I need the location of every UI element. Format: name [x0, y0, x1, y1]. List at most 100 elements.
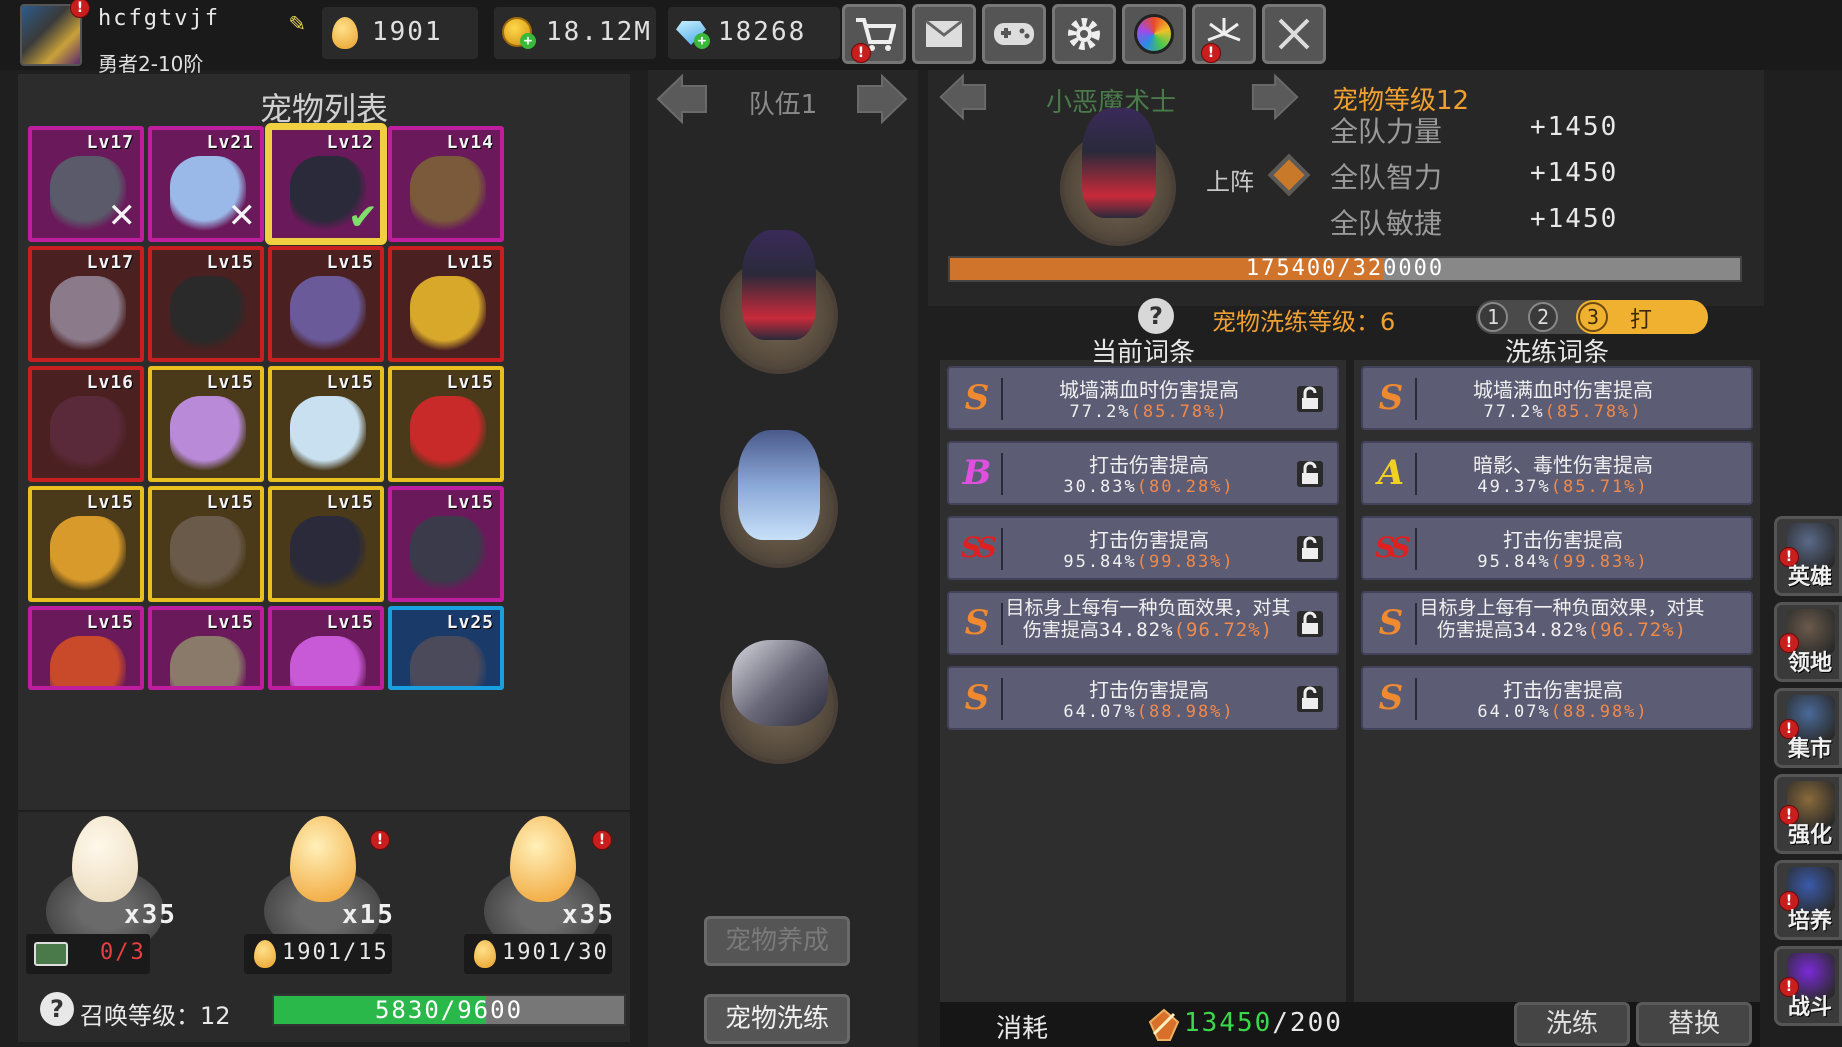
pet-tile[interactable]: Lv16 — [28, 366, 144, 482]
pet-tile[interactable]: Lv15 — [268, 486, 384, 602]
affix-max-value: (85.78%) — [1544, 402, 1643, 422]
deploy-toggle-icon[interactable] — [1267, 153, 1311, 197]
pet-tile[interactable]: Lv15 — [268, 606, 384, 690]
affix-value: 34.82% — [1098, 619, 1174, 641]
affix-grade: SS — [1375, 531, 1411, 564]
affix-row: S 目标身上每有一种负面效果，对其伤害提高34.82%(96.72%) — [947, 591, 1339, 655]
nurture-button[interactable]: 宠物养成 — [704, 916, 850, 966]
pet-tile[interactable]: Lv12 ✔ — [268, 126, 384, 242]
shutter-icon — [1134, 14, 1174, 54]
grade-divider — [1415, 378, 1417, 420]
egg-icon — [332, 17, 358, 49]
affix-title-text: 打击伤害提高 — [1089, 453, 1209, 477]
refine-button[interactable]: 宠物洗练 — [704, 994, 850, 1044]
team-slot[interactable] — [720, 430, 838, 568]
mail-button[interactable] — [912, 4, 976, 64]
affix-values: 77.2%(85.78%) — [1423, 402, 1703, 422]
help-icon[interactable]: ? — [40, 992, 74, 1026]
unlock-icon[interactable] — [1293, 607, 1327, 641]
pet-tile[interactable]: Lv25 — [388, 606, 504, 690]
plus-icon[interactable]: + — [694, 33, 710, 49]
pet-tile[interactable]: Lv15 — [148, 486, 264, 602]
edit-name-icon[interactable]: ✎ — [282, 8, 312, 38]
pet-tile[interactable]: Lv15 — [148, 366, 264, 482]
plus-icon[interactable]: + — [520, 33, 536, 49]
affix-row: S 城墙满血时伤害提高 77.2%(85.78%) — [1361, 366, 1753, 430]
pet-tile[interactable]: Lv15 — [148, 246, 264, 362]
pet-tile[interactable]: Lv17 ✕ — [28, 126, 144, 242]
refine-action-button[interactable]: 洗练 — [1514, 1002, 1630, 1046]
gold-egg-icon[interactable] — [510, 816, 576, 902]
help-icon[interactable]: ? — [1138, 298, 1174, 334]
unlock-icon[interactable] — [1293, 382, 1327, 416]
settings-button[interactable] — [1052, 4, 1116, 64]
gallery-button[interactable] — [1122, 4, 1186, 64]
pet-tile[interactable]: Lv21 ✕ — [148, 126, 264, 242]
unlock-icon[interactable] — [1293, 532, 1327, 566]
pet-sprite — [50, 636, 126, 686]
pet-tile[interactable]: Lv15 — [388, 486, 504, 602]
shop-button[interactable]: ! — [842, 4, 906, 64]
team-slot[interactable] — [720, 640, 838, 764]
battle-button[interactable] — [1262, 4, 1326, 64]
next-team-arrow-icon[interactable] — [852, 72, 914, 126]
pet-tile[interactable]: Lv17 — [28, 246, 144, 362]
affix-title: 打击伤害提高 — [1009, 674, 1289, 703]
current-affixes-panel: 当前词条 S 城墙满血时伤害提高 77.2%(85.78%) B 打击伤害提高 30.83… — [940, 338, 1346, 1002]
egg-cost[interactable]: 0/3 — [26, 934, 150, 974]
deploy-label: 上阵 — [1206, 168, 1254, 196]
side-nav-item[interactable]: ! 集市 — [1774, 688, 1842, 768]
side-nav-item[interactable]: ! 战斗 — [1774, 946, 1842, 1026]
affix-grade: S — [964, 378, 990, 418]
cost-amount: 13450/200 — [1184, 1008, 1343, 1038]
prev-pet-arrow-icon[interactable] — [932, 72, 992, 122]
grade-divider — [1001, 378, 1003, 420]
prev-team-arrow-icon[interactable] — [650, 72, 712, 126]
pet-level-badge: Lv16 — [86, 372, 134, 393]
team-slot[interactable] — [720, 230, 838, 374]
pet-tile[interactable]: Lv15 — [28, 486, 144, 602]
affix-max-value: (96.72%) — [1587, 619, 1688, 641]
pet-tile[interactable]: Lv15 — [388, 366, 504, 482]
grade-divider — [1415, 453, 1417, 495]
pet-sprite — [170, 636, 246, 686]
egg-cost[interactable]: 1901/30 — [464, 934, 612, 974]
stage-3-active[interactable]: 3 打 — [1576, 300, 1708, 334]
stat-label: 全队力量 — [1330, 115, 1443, 148]
side-nav-item[interactable]: ! 培养 — [1774, 860, 1842, 940]
pet-tile[interactable]: Lv15 — [268, 246, 384, 362]
stage-2[interactable]: 2 — [1528, 302, 1558, 332]
unlock-icon[interactable] — [1293, 457, 1327, 491]
pet-level-badge: Lv17 — [86, 132, 134, 153]
next-pet-arrow-icon[interactable] — [1246, 72, 1306, 122]
swords-icon — [1278, 18, 1310, 50]
side-nav-item[interactable]: ! 领地 — [1774, 602, 1842, 682]
plain-egg-icon[interactable] — [72, 816, 138, 902]
refine-stage-selector[interactable]: 1 2 3 打 — [1476, 300, 1708, 334]
pet-tile[interactable]: Lv15 — [28, 606, 144, 690]
affix-value: 77.2% — [1483, 402, 1545, 422]
unlock-icon[interactable] — [1293, 682, 1327, 716]
pet-level-badge: Lv15 — [326, 612, 374, 633]
events-button[interactable]: ! — [1192, 4, 1256, 64]
affix-value: 95.84% — [1477, 552, 1551, 572]
affix-row: S 打击伤害提高 64.07%(88.98%) — [1361, 666, 1753, 730]
egg-cost[interactable]: 1901/15 — [244, 934, 392, 974]
pet-level-badge: Lv15 — [446, 492, 494, 513]
pet-tile[interactable]: Lv15 — [148, 606, 264, 690]
pet-tile[interactable]: Lv15 — [388, 246, 504, 362]
affix-values: 64.07%(88.98%) — [1009, 702, 1289, 722]
games-button[interactable] — [982, 4, 1046, 64]
affix-value: 95.84% — [1063, 552, 1137, 572]
affix-row: S 城墙满血时伤害提高 77.2%(85.78%) — [947, 366, 1339, 430]
side-nav-item[interactable]: ! 英雄 — [1774, 516, 1842, 596]
replace-button[interactable]: 替换 — [1636, 1002, 1752, 1046]
affix-value: 49.37% — [1477, 477, 1551, 497]
pet-tile[interactable]: Lv15 — [268, 366, 384, 482]
pet-level-badge: Lv15 — [446, 372, 494, 393]
stage-1[interactable]: 1 — [1478, 302, 1508, 332]
side-nav-item[interactable]: ! 强化 — [1774, 774, 1842, 854]
player-avatar[interactable]: ! — [20, 0, 90, 66]
pet-tile[interactable]: Lv14 — [388, 126, 504, 242]
gold-egg-icon[interactable] — [290, 816, 356, 902]
